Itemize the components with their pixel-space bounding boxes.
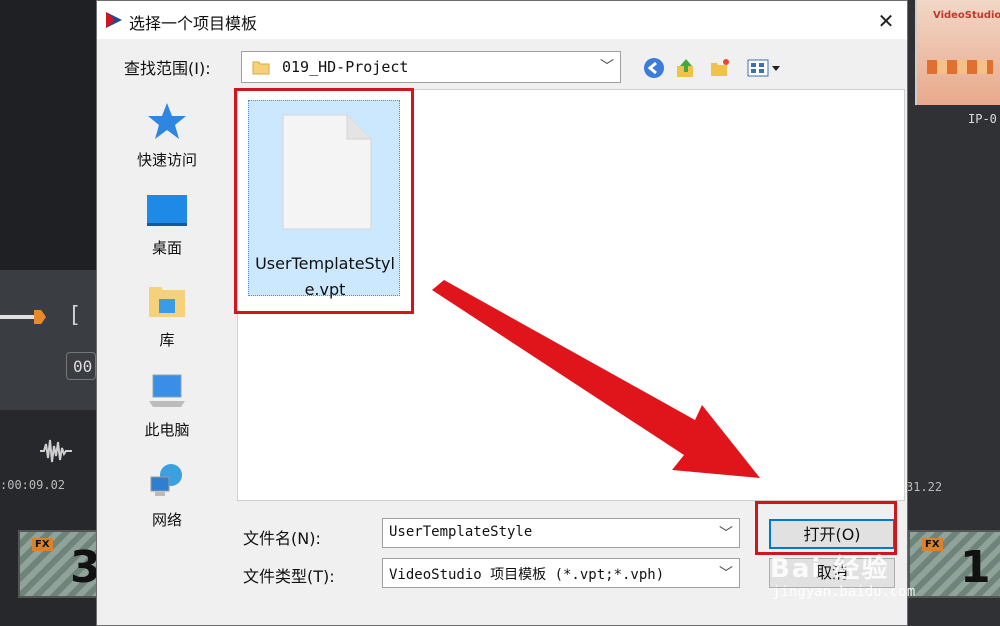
place-libraries[interactable]: 库 xyxy=(99,281,235,350)
thumbnail-label: IP-0 xyxy=(968,112,997,126)
fx-badge: FX xyxy=(922,538,943,551)
audio-waveform-icon[interactable] xyxy=(38,436,74,466)
chevron-down-icon[interactable]: ﹀ xyxy=(719,563,733,583)
library-icon xyxy=(149,287,185,317)
preview-panel xyxy=(0,0,96,270)
app-logo-icon xyxy=(106,12,122,28)
place-desktop[interactable]: 桌面 xyxy=(99,193,235,258)
view-menu-icon[interactable] xyxy=(747,57,785,79)
folder-icon xyxy=(252,61,270,75)
file-name-input[interactable]: UserTemplateStyle ﹀ xyxy=(382,518,740,548)
desktop-icon xyxy=(147,195,187,226)
file-highlight-box xyxy=(234,88,414,314)
mark-in-bracket[interactable]: [ xyxy=(68,303,81,328)
look-in-label: 查找范围(I): xyxy=(124,59,211,78)
file-type-value: VideoStudio 项目模板 (*.vpt;*.vph) xyxy=(389,567,665,583)
look-in-value: 019_HD-Project xyxy=(282,58,409,76)
computer-icon xyxy=(149,374,185,407)
place-label: 网络 xyxy=(151,511,182,529)
thumbnail-title: VideoStudio xyxy=(933,10,1000,21)
place-label: 快速访问 xyxy=(136,151,197,169)
back-icon[interactable] xyxy=(643,57,665,79)
place-quick-access[interactable]: 快速访问 xyxy=(99,101,235,170)
timeline-clip-left[interactable]: FX 3 xyxy=(18,530,101,598)
playback-controls-panel xyxy=(0,270,96,410)
dialog-titlebar[interactable]: 选择一个项目模板 ✕ xyxy=(97,1,907,39)
thumbnail-art xyxy=(927,60,993,74)
timeline-ruler-left: :00:09.02 xyxy=(0,478,66,492)
watermark-url: jingyan.baidu.com xyxy=(772,584,916,600)
place-this-pc[interactable]: 此电脑 xyxy=(99,371,235,440)
place-network[interactable]: 网络 xyxy=(99,461,235,530)
file-type-select[interactable]: VideoStudio 项目模板 (*.vpt;*.vph) ﹀ xyxy=(382,558,740,588)
dialog-title: 选择一个项目模板 xyxy=(129,14,258,33)
timeline-clip-right[interactable]: FX 1 xyxy=(908,530,1000,598)
open-button-highlight-box xyxy=(755,501,897,555)
place-label: 库 xyxy=(159,331,175,349)
network-icon xyxy=(150,464,182,496)
fx-badge: FX xyxy=(32,538,53,551)
chevron-down-icon[interactable]: ﹀ xyxy=(600,56,614,76)
clip-number: 1 xyxy=(960,542,991,593)
file-type-label: 文件类型(T): xyxy=(243,567,335,586)
timecode-box[interactable]: 00 xyxy=(66,352,96,380)
place-label: 此电脑 xyxy=(144,421,190,439)
new-folder-icon[interactable] xyxy=(709,57,731,79)
look-in-combo[interactable]: 019_HD-Project ﹀ xyxy=(241,51,621,83)
chevron-down-icon[interactable]: ﹀ xyxy=(719,523,733,543)
template-thumbnail[interactable]: VideoStudio xyxy=(915,0,1000,105)
watermark-logo: Bai 经验 xyxy=(770,554,890,584)
up-folder-icon[interactable] xyxy=(675,57,697,79)
file-name-value: UserTemplateStyle xyxy=(389,524,533,540)
star-icon xyxy=(148,103,186,139)
timeline-ruler-right: 31.22 xyxy=(906,480,943,494)
place-label: 桌面 xyxy=(151,239,182,257)
places-bar: 快速访问 桌面 库 此电脑 网络 xyxy=(99,89,235,549)
close-button[interactable]: ✕ xyxy=(871,7,901,35)
file-name-label: 文件名(N): xyxy=(243,529,321,548)
